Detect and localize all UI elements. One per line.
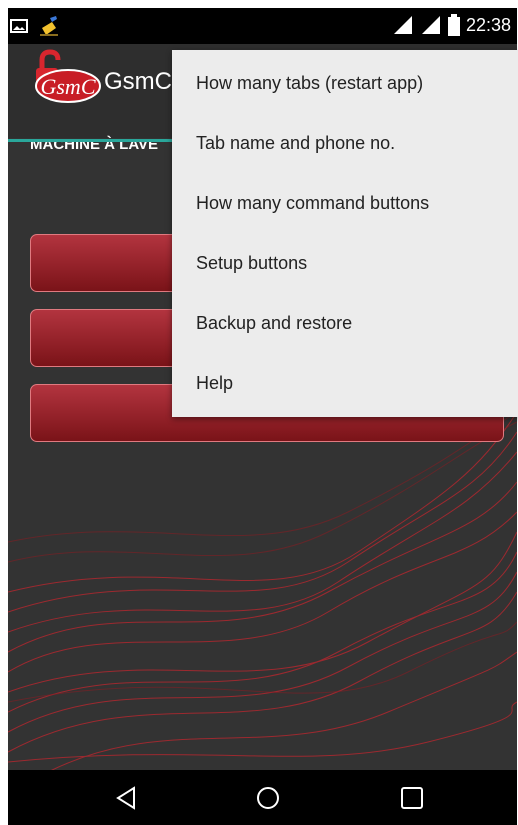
menu-item-backup-restore[interactable]: Backup and restore — [172, 293, 518, 353]
menu-item-help[interactable]: Help — [172, 353, 518, 413]
app-title: GsmC — [104, 68, 172, 95]
background-wave-decoration — [8, 412, 517, 772]
overflow-menu: How many tabs (restart app) Tab name and… — [172, 50, 518, 417]
cleaner-broom-icon — [40, 16, 58, 36]
image-icon — [10, 19, 28, 33]
back-icon[interactable] — [114, 785, 140, 811]
menu-item-tab-name-phone[interactable]: Tab name and phone no. — [172, 113, 518, 173]
navigation-bar — [8, 770, 517, 825]
battery-icon — [447, 14, 460, 36]
status-time: 22:38 — [465, 14, 511, 35]
app-logo: GsmC — [35, 49, 101, 103]
logo-text: GsmC — [40, 74, 95, 99]
menu-item-setup-buttons[interactable]: Setup buttons — [172, 233, 518, 293]
status-bar: 22:38 — [8, 8, 517, 44]
menu-item-how-many-command-buttons[interactable]: How many command buttons — [172, 173, 518, 233]
status-right: 22:38 — [392, 14, 511, 36]
home-icon[interactable] — [255, 785, 281, 811]
recents-icon[interactable] — [399, 785, 425, 811]
menu-item-how-many-tabs[interactable]: How many tabs (restart app) — [172, 53, 518, 113]
signal-icon — [393, 16, 412, 34]
signal-icon — [421, 16, 440, 34]
status-left — [10, 16, 60, 36]
